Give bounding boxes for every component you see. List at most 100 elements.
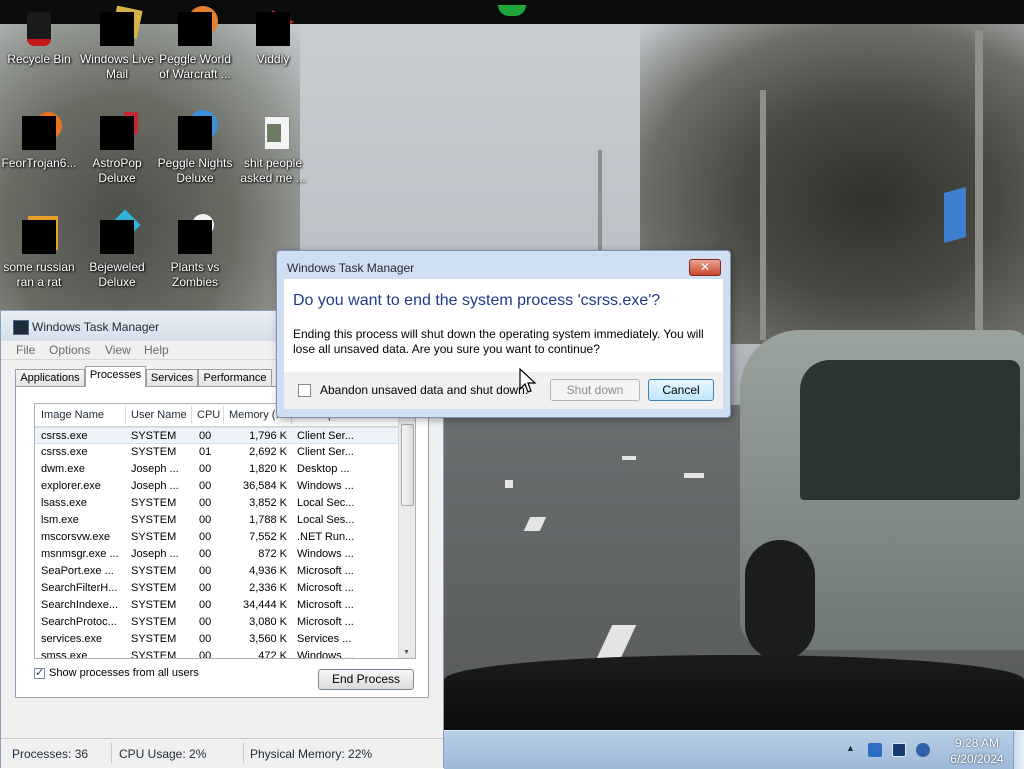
desktop-icon-peggle-nights[interactable]: Peggle Nights Deluxe [156,110,234,186]
table-cell: services.exe [41,633,103,645]
table-row[interactable]: services.exe SYSTEM 00 3,560 K Services ... [35,631,399,648]
table-cell: SearchIndexe... [41,599,119,611]
desktop-icon-label: AstroPop Deluxe [92,156,142,185]
peggle-nights-icon [178,110,218,150]
close-icon[interactable]: ✕ [689,259,721,276]
table-cell: 1,788 K [249,514,287,526]
dialog-description: Ending this process will shut down the o… [293,327,704,356]
end-process-dialog[interactable]: Windows Task Manager ✕ Do you want to en… [276,250,731,418]
table-cell: 2,336 K [249,582,287,594]
column-image-name[interactable]: Image Name [41,409,104,421]
table-cell: Windows ... [297,650,354,659]
table-row[interactable]: SearchProtoc... SYSTEM 00 3,080 K Microsoft … [35,614,399,631]
table-cell: 00 [199,480,212,492]
table-row[interactable]: mscorsvw.exe SYSTEM 00 7,552 K .NET Run... [35,529,399,546]
monitor-icon[interactable] [892,743,906,757]
desktop-icon-label: Bejeweled Deluxe [89,260,145,289]
table-cell: Desktop ... [297,463,350,475]
menu-options[interactable]: Options [49,343,90,357]
desktop-icon-label: shit people asked me ... [240,156,306,185]
table-cell: 00 [199,616,212,628]
table-cell: 872 K [258,548,287,560]
table-cell: SearchFilterH... [41,582,118,594]
wallpaper-flag [944,187,966,243]
desktop-icon-feortrojan[interactable]: FeorTrojan6... [0,112,78,171]
desktop-icon-shit-people-asked[interactable]: shit people asked me ... [234,116,312,186]
tab-performance[interactable]: Performance [198,369,272,386]
desktop-icon-recycle-bin[interactable]: Recycle Bin [0,12,78,67]
cancel-button[interactable]: Cancel [648,379,714,401]
desktop-icon-plants-vs-zombies[interactable]: Plants vs Zombies [156,214,234,290]
scrollbar-thumb[interactable] [401,424,414,506]
wallpaper-lane-mark [684,473,704,478]
table-cell: 1,820 K [249,463,287,475]
table-row[interactable]: csrss.exe SYSTEM 01 2,692 K Client Ser... [35,444,399,461]
wallpaper-pole [975,30,983,330]
menu-file[interactable]: File [16,343,35,357]
desktop-icon-bejeweled[interactable]: Bejeweled Deluxe [78,209,156,290]
table-row[interactable]: SeaPort.exe ... SYSTEM 00 4,936 K Microsoft … [35,563,399,580]
show-all-users-checkbox[interactable] [34,666,45,679]
table-row[interactable]: dwm.exe Joseph ... 00 1,820 K Desktop ... [35,461,399,478]
table-cell: 3,080 K [249,616,287,628]
flower-icon [178,214,214,254]
table-cell: 00 [199,497,212,509]
tab-applications[interactable]: Applications [15,369,85,386]
table-cell: 00 [199,650,212,659]
table-row[interactable]: lsass.exe SYSTEM 00 3,852 K Local Sec... [35,495,399,512]
table-cell: msnmsgr.exe ... [41,548,119,560]
show-hidden-icons-icon[interactable]: ▲ [846,743,855,753]
scroll-down-arrow-icon[interactable]: ▼ [403,649,410,656]
table-cell: 00 [199,565,212,577]
process-list[interactable]: Image Name User Name CPU Memory (... Des… [34,403,416,659]
dialog-content: Do you want to end the system process 'c… [284,279,723,372]
status-physical-memory: Physical Memory: 22% [250,747,373,761]
tab-processes[interactable]: Processes [85,366,146,387]
end-process-button[interactable]: End Process [318,669,414,690]
table-cell: csrss.exe [41,446,88,458]
table-row[interactable]: msnmsgr.exe ... Joseph ... 00 872 K Windows … [35,546,399,563]
table-row[interactable]: SearchFilterH... SYSTEM 00 2,336 K Microsoft… [35,580,399,597]
tab-services[interactable]: Services [146,369,198,386]
table-cell: smss.exe [41,650,88,659]
table-cell: .NET Run... [297,531,355,543]
menu-help[interactable]: Help [144,343,169,357]
dialog-footer: Abandon unsaved data and shut down. Shut… [284,372,723,409]
abandon-data-checkbox[interactable] [298,384,311,397]
taskbar-clock[interactable]: 9:28 AM 6/20/2024 [944,735,1010,767]
peggle-icon [178,6,218,46]
table-row[interactable]: csrss.exe SYSTEM 00 1,796 K Client Ser... [35,427,399,444]
table-cell: lsm.exe [41,514,79,526]
menu-view[interactable]: View [105,343,131,357]
desktop-icon-label: Plants vs Zombies [170,260,220,289]
wallpaper-car-window [800,360,1020,500]
desktop-icon-viddly[interactable]: Viddly [234,10,312,67]
rat-document-icon [22,216,58,254]
desktop-icon-windows-live-mail[interactable]: Windows Live Mail [78,5,156,82]
table-cell: 01 [199,446,212,458]
table-row[interactable]: lsm.exe SYSTEM 00 1,788 K Local Ses... [35,512,399,529]
desktop-icon-label: Windows Live Mail [79,52,155,81]
show-desktop-button[interactable] [1013,731,1024,769]
table-row[interactable]: SearchIndexe... SYSTEM 00 34,444 K Microsoft… [35,597,399,614]
volume-icon[interactable] [916,743,930,757]
desktop-icon-some-russian-ran-a-rat[interactable]: some russian ran a rat [0,216,78,290]
table-cell: SYSTEM [131,565,177,577]
firefox-icon [22,112,62,150]
desktop-icon-astropop[interactable]: AstroPop Deluxe [78,112,156,186]
dialog-title: Windows Task Manager [287,261,415,275]
column-user-name[interactable]: User Name [131,409,187,421]
column-cpu[interactable]: CPU [197,409,220,421]
desktop-icon-peggle-wow[interactable]: Peggle World of Warcraft ... [156,6,234,82]
process-list-scrollbar[interactable]: ▲ ▼ [398,404,415,658]
shut-down-button[interactable]: Shut down [550,379,640,401]
table-row[interactable]: explorer.exe Joseph ... 00 36,584 K Windows … [35,478,399,495]
taskbar: ▲ 9:28 AM 6/20/2024 [444,730,1024,769]
table-cell: 1,796 K [249,430,287,442]
table-cell: Microsoft ... [297,582,354,594]
table-cell: 00 [199,514,212,526]
table-row[interactable]: smss.exe SYSTEM 00 472 K Windows ... [35,648,399,659]
network-icon[interactable] [868,743,882,757]
table-cell: Windows ... [297,480,354,492]
task-manager-title: Windows Task Manager [32,320,160,334]
